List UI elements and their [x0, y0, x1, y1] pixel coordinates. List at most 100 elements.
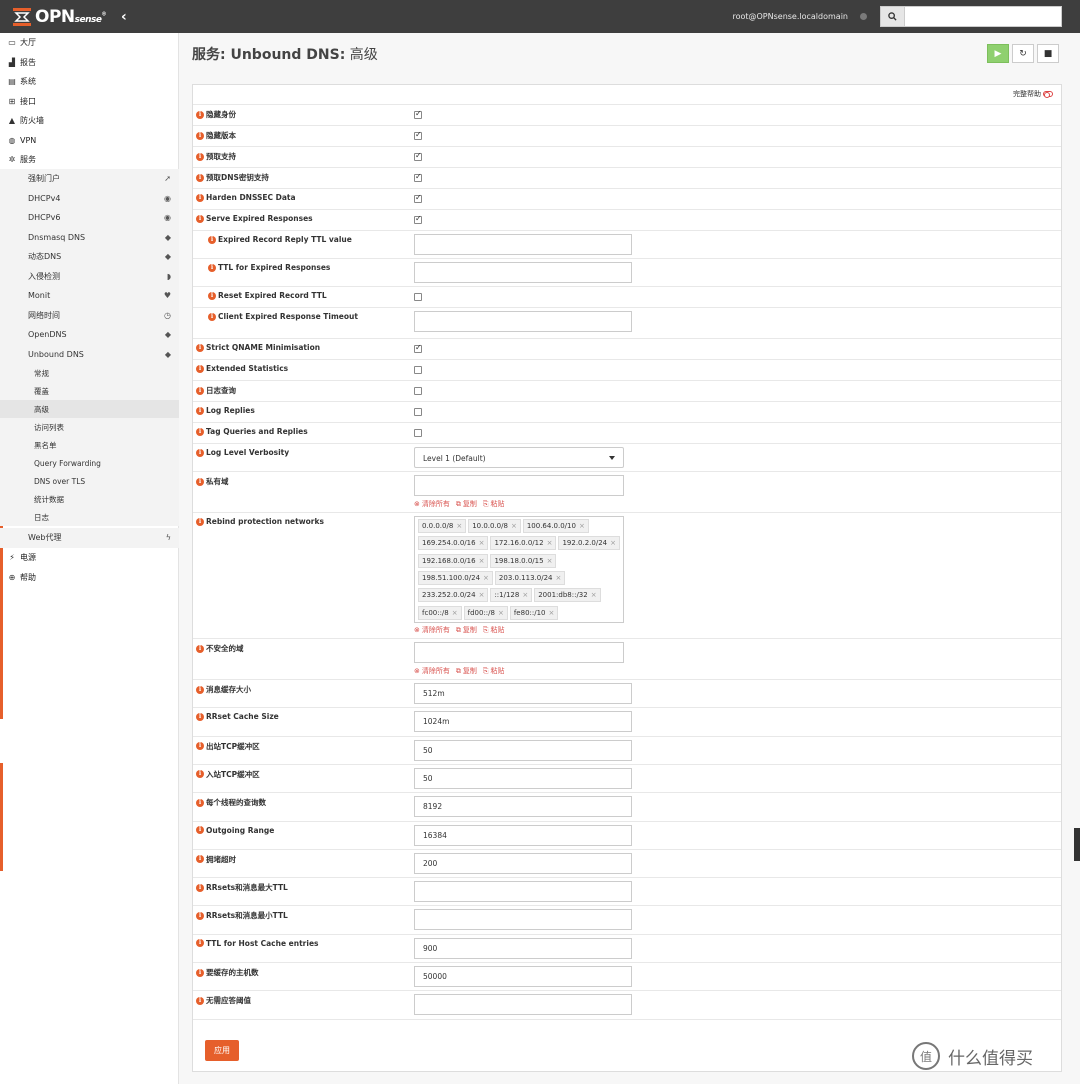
text-input[interactable]: 512m: [414, 683, 632, 704]
text-input[interactable]: [414, 234, 632, 255]
sidebar-item-system[interactable]: ▤ 系统: [0, 72, 179, 92]
search-input[interactable]: [905, 6, 1062, 27]
info-icon[interactable]: i: [196, 685, 204, 694]
copy-link[interactable]: ⧉ 复制: [456, 625, 477, 635]
sidebar-item-vpn[interactable]: ◍ VPN: [0, 131, 179, 151]
checkbox[interactable]: [414, 151, 422, 161]
info-icon[interactable]: i: [196, 364, 204, 373]
info-icon[interactable]: i: [196, 448, 204, 457]
info-icon[interactable]: i: [208, 291, 216, 300]
paste-link[interactable]: ⎘ 粘贴: [483, 666, 505, 676]
copy-link[interactable]: ⧉ 复制: [456, 499, 477, 509]
sidebar-item-captive-portal[interactable]: 强制门户 ➚: [0, 169, 179, 189]
text-input[interactable]: 50: [414, 767, 632, 789]
text-input[interactable]: 900: [414, 937, 632, 959]
text-input[interactable]: 8192: [414, 796, 632, 818]
remove-tag-icon[interactable]: ×: [555, 574, 561, 582]
text-input[interactable]: [414, 262, 632, 283]
sidebar-item-opendns[interactable]: OpenDNS ◆: [0, 325, 179, 345]
checkbox[interactable]: [414, 109, 422, 119]
info-icon[interactable]: i: [196, 770, 204, 779]
remove-tag-icon[interactable]: ×: [579, 522, 585, 530]
paste-link[interactable]: ⎘ 粘贴: [483, 625, 505, 635]
sidebar-item-intrusion-detection[interactable]: 入侵检测 ◗: [0, 266, 179, 286]
log-level-select[interactable]: Level 1 (Default): [414, 447, 624, 468]
info-icon[interactable]: i: [196, 343, 204, 352]
restart-service-button[interactable]: ↻: [1012, 44, 1034, 63]
clear-link[interactable]: ⊗ 清除所有: [414, 625, 450, 635]
text-input[interactable]: 1024m: [414, 711, 632, 733]
text-input[interactable]: 50: [414, 739, 632, 761]
user-label[interactable]: root@OPNsense.localdomain: [732, 12, 848, 21]
sidebar-item-dnsmasq[interactable]: Dnsmasq DNS ◆: [0, 227, 179, 247]
sidebar-subitem-dns-over-tls[interactable]: DNS over TLS: [0, 472, 179, 490]
sidebar-item-services[interactable]: ✲ 服务: [0, 150, 179, 170]
info-icon[interactable]: i: [196, 939, 204, 948]
info-icon[interactable]: i: [208, 235, 216, 244]
info-icon[interactable]: i: [196, 110, 204, 119]
clear-link[interactable]: ⊗ 清除所有: [414, 666, 450, 676]
remove-tag-icon[interactable]: ×: [511, 522, 517, 530]
info-icon[interactable]: i: [196, 214, 204, 223]
sidebar-subitem-log[interactable]: 日志: [0, 508, 179, 526]
text-input[interactable]: [414, 994, 632, 1016]
checkbox[interactable]: [414, 214, 422, 224]
sidebar-subitem-general[interactable]: 常规: [0, 364, 179, 382]
rebind-networks-tag-input[interactable]: 0.0.0.0/8 × 10.0.0.0/8 × 100.64.0.0/10 × 169.2…: [414, 516, 624, 623]
sidebar-item-lobby[interactable]: ▭ 大厅: [0, 33, 179, 53]
remove-tag-icon[interactable]: ×: [610, 539, 616, 547]
checkbox[interactable]: [414, 366, 422, 374]
search-icon[interactable]: [880, 6, 905, 27]
info-icon[interactable]: i: [196, 826, 204, 834]
info-icon[interactable]: i: [196, 477, 204, 486]
info-icon[interactable]: i: [196, 855, 204, 864]
sidebar-subitem-overrides[interactable]: 覆盖: [0, 382, 179, 400]
text-input[interactable]: 200: [414, 852, 632, 874]
remove-tag-icon[interactable]: ×: [483, 574, 489, 582]
info-icon[interactable]: i: [196, 193, 204, 202]
sidebar-item-web-proxy[interactable]: Web代理 ϟ: [0, 528, 179, 548]
sidebar-subitem-statistics[interactable]: 统计数据: [0, 490, 179, 508]
sidebar-item-firewall[interactable]: ▲ 防火墙: [0, 111, 179, 131]
text-input[interactable]: [414, 311, 632, 332]
info-icon[interactable]: i: [208, 263, 216, 272]
sidebar-subitem-access-lists[interactable]: 访问列表: [0, 418, 179, 436]
info-icon[interactable]: i: [196, 152, 204, 161]
remove-tag-icon[interactable]: ×: [479, 591, 485, 599]
remove-tag-icon[interactable]: ×: [479, 557, 485, 565]
info-icon[interactable]: i: [196, 517, 204, 526]
remove-tag-icon[interactable]: ×: [498, 609, 504, 617]
text-input[interactable]: 16384: [414, 824, 632, 846]
paste-link[interactable]: ⎘ 粘贴: [483, 499, 505, 509]
text-input[interactable]: [414, 881, 632, 903]
info-icon[interactable]: i: [196, 712, 204, 721]
status-indicator-icon[interactable]: [860, 13, 867, 20]
info-icon[interactable]: i: [196, 173, 204, 182]
start-service-button[interactable]: ▶: [987, 44, 1009, 63]
sidebar-subitem-blacklist[interactable]: 黑名单: [0, 436, 179, 454]
sidebar-subitem-advanced[interactable]: 高级: [0, 400, 179, 418]
sidebar-item-power[interactable]: ⚡ 电源: [0, 548, 179, 568]
private-domain-tag-input[interactable]: [414, 475, 624, 496]
sidebar-item-dynamic-dns[interactable]: 动态DNS ◆: [0, 247, 179, 267]
stop-service-button[interactable]: ■: [1037, 44, 1059, 63]
checkbox[interactable]: [414, 172, 422, 182]
checkbox[interactable]: [414, 130, 422, 140]
checkbox[interactable]: [414, 293, 422, 301]
info-icon[interactable]: i: [196, 996, 204, 1005]
full-help-toggle[interactable]: 完整帮助: [1013, 89, 1053, 99]
remove-tag-icon[interactable]: ×: [522, 591, 528, 599]
remove-tag-icon[interactable]: ×: [479, 539, 485, 547]
sidebar-subitem-query-forwarding[interactable]: Query Forwarding: [0, 454, 179, 472]
opnsense-logo[interactable]: OPNsense®: [12, 6, 106, 28]
sidebar-item-unbound-dns[interactable]: Unbound DNS ◆: [0, 344, 179, 364]
text-input[interactable]: [414, 909, 632, 931]
info-icon[interactable]: i: [208, 312, 216, 321]
info-icon[interactable]: i: [196, 911, 204, 920]
info-icon[interactable]: i: [196, 742, 204, 751]
sidebar-item-reporting[interactable]: ▟ 报告: [0, 53, 179, 73]
insecure-domain-tag-input[interactable]: [414, 642, 624, 663]
checkbox[interactable]: [414, 343, 422, 353]
copy-link[interactable]: ⧉ 复制: [456, 666, 477, 676]
remove-tag-icon[interactable]: ×: [547, 539, 553, 547]
